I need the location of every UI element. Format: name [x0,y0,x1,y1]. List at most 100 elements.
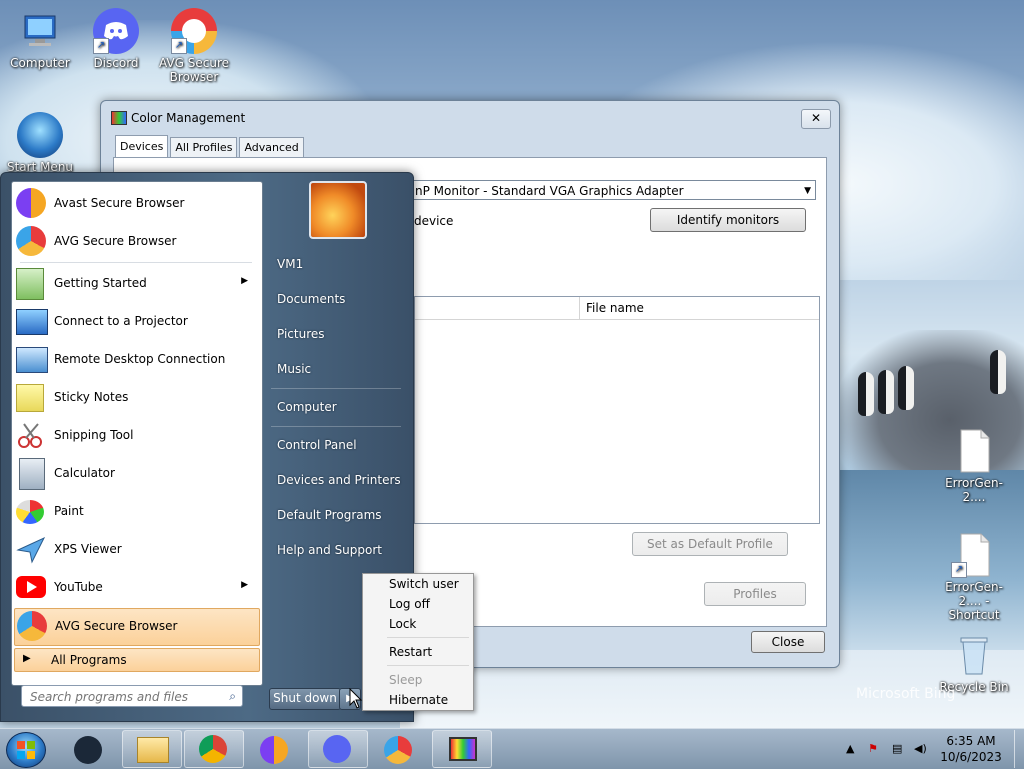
program-snipping-tool[interactable]: Snipping Tool [14,418,258,454]
desktop-icon-avg-browser[interactable]: ↗ AVG Secure Browser [156,8,232,84]
program-label: YouTube [54,580,103,594]
program-paint[interactable]: Paint [14,494,258,530]
window-titlebar[interactable]: Color Management ✕ [101,101,839,133]
search-icon[interactable]: ⌕ [229,689,236,704]
link-devices-and-printers[interactable]: Devices and Printers [277,473,401,487]
start-menu: Avast Secure Browser AVG Secure Browser … [0,172,414,722]
set-default-profile-button[interactable]: Set as Default Profile [632,532,788,556]
program-avg-secure-browser[interactable]: AVG Secure Browser [14,224,258,260]
all-programs-button[interactable]: ▶ All Programs [14,648,260,672]
search-box[interactable]: ⌕ [21,685,243,707]
menu-item-restart[interactable]: Restart [389,645,432,659]
close-icon[interactable]: ✕ [801,109,831,129]
avg-browser-icon [16,226,48,258]
bing-watermark: Microsoft Bing [856,686,956,702]
user-avatar[interactable] [309,181,367,239]
taskbar-discord-button[interactable] [308,730,368,768]
link-music[interactable]: Music [277,362,311,376]
desktop-icon-discord[interactable]: ↗ Discord [78,8,154,70]
program-avg-secure-browser-highlighted[interactable]: AVG Secure Browser [14,608,260,646]
desktop-icon-label: Computer [10,56,70,70]
tab-all-profiles[interactable]: All Profiles [170,137,238,159]
show-desktop-button[interactable] [1014,730,1024,768]
program-avast-secure-browser[interactable]: Avast Secure Browser [14,186,258,222]
menu-item-hibernate[interactable]: Hibernate [389,693,448,707]
play-arrow-icon: ▶ [23,653,31,664]
identify-monitors-button[interactable]: Identify monitors [650,208,806,232]
menu-separator [387,637,469,638]
program-getting-started[interactable]: Getting Started ▶ [14,266,258,302]
network-icon[interactable]: ▤ [892,742,902,755]
program-remote-desktop[interactable]: Remote Desktop Connection [14,342,258,378]
desktop-icon-errorgen[interactable]: ErrorGen-2.... [936,428,1012,504]
submenu-arrow-icon: ▶ [241,580,248,590]
avg-browser-icon[interactable] [384,736,412,764]
menu-item-lock[interactable]: Lock [389,617,416,631]
steam-icon[interactable] [74,736,102,764]
dropdown-arrow-icon: ▼ [804,186,811,196]
desktop-icon-computer[interactable]: Computer [2,8,78,70]
tab-devices[interactable]: Devices [115,135,169,159]
clock-date: 10/6/2023 [940,750,1002,764]
monitor-icon [449,737,477,761]
scissors-icon [16,420,48,452]
profiles-button[interactable]: Profiles [704,582,806,606]
profiles-list[interactable]: File name [414,296,820,524]
recycle-bin-icon [951,632,997,678]
projector-icon [16,306,48,338]
link-user-folder[interactable]: VM1 [277,257,303,271]
discord-icon [323,735,351,763]
link-default-programs[interactable]: Default Programs [277,508,382,522]
program-sticky-notes[interactable]: Sticky Notes [14,380,258,416]
color-management-icon [111,111,127,125]
windows-logo-icon [17,741,35,759]
shortcut-arrow-icon: ↗ [171,38,187,54]
remote-desktop-icon [16,344,48,376]
sticky-notes-icon [16,382,48,414]
start-button[interactable] [6,732,46,768]
program-youtube[interactable]: YouTube ▶ [14,570,258,606]
wallpaper-penguin [990,350,1006,394]
divider [20,262,252,263]
shut-down-button[interactable]: Shut down [269,688,341,710]
action-center-icon[interactable]: ⚑ [868,742,878,755]
taskbar-explorer-button[interactable] [122,730,182,768]
taskbar-chrome-button[interactable] [184,730,244,768]
tab-strip: Devices All Profiles Advanced [115,135,306,159]
program-calculator[interactable]: Calculator [14,456,258,492]
column-file-name[interactable]: File name [579,297,796,319]
show-hidden-icons-icon[interactable]: ▲ [846,742,854,755]
search-input[interactable] [28,687,222,707]
program-connect-to-projector[interactable]: Connect to a Projector [14,304,258,340]
desktop-icon-start-menu-8[interactable]: Start Menu 8 [2,112,78,172]
volume-icon[interactable]: ◀) [914,742,927,755]
desktop-icon-label: ErrorGen-2.... [945,476,1003,504]
desktop-icon-label: ErrorGen-2.... - Shortcut [945,580,1003,622]
link-control-panel[interactable]: Control Panel [277,438,357,452]
link-help-and-support[interactable]: Help and Support [277,543,382,557]
tab-advanced[interactable]: Advanced [239,137,304,159]
link-computer[interactable]: Computer [277,400,337,414]
menu-item-log-off[interactable]: Log off [389,597,430,611]
xps-viewer-icon [16,534,48,566]
link-pictures[interactable]: Pictures [277,327,325,341]
menu-item-switch-user[interactable]: Switch user [389,577,459,591]
close-button[interactable]: Close [751,631,825,653]
divider [271,426,401,427]
program-label: Remote Desktop Connection [54,352,226,366]
paint-palette-icon [16,496,48,528]
desktop-icon-recycle-bin[interactable]: Recycle Bin [936,632,1012,694]
file-icon: ↗ [951,532,997,578]
desktop-icon-errorgen-shortcut[interactable]: ↗ ErrorGen-2.... - Shortcut [936,532,1012,622]
taskbar-clock[interactable]: 6:35 AM 10/6/2023 [936,733,1006,765]
list-header: File name [415,297,819,320]
device-select[interactable]: nP Monitor - Standard VGA Graphics Adapt… [406,180,816,200]
avast-browser-icon[interactable] [260,736,288,764]
wallpaper-penguin [858,372,874,416]
taskbar-color-management-button[interactable] [432,730,492,768]
shortcut-arrow-icon: ↗ [93,38,109,54]
link-documents[interactable]: Documents [277,292,345,306]
program-xps-viewer[interactable]: XPS Viewer [14,532,258,568]
wallpaper-penguin [878,370,894,414]
program-label: AVG Secure Browser [54,234,177,248]
